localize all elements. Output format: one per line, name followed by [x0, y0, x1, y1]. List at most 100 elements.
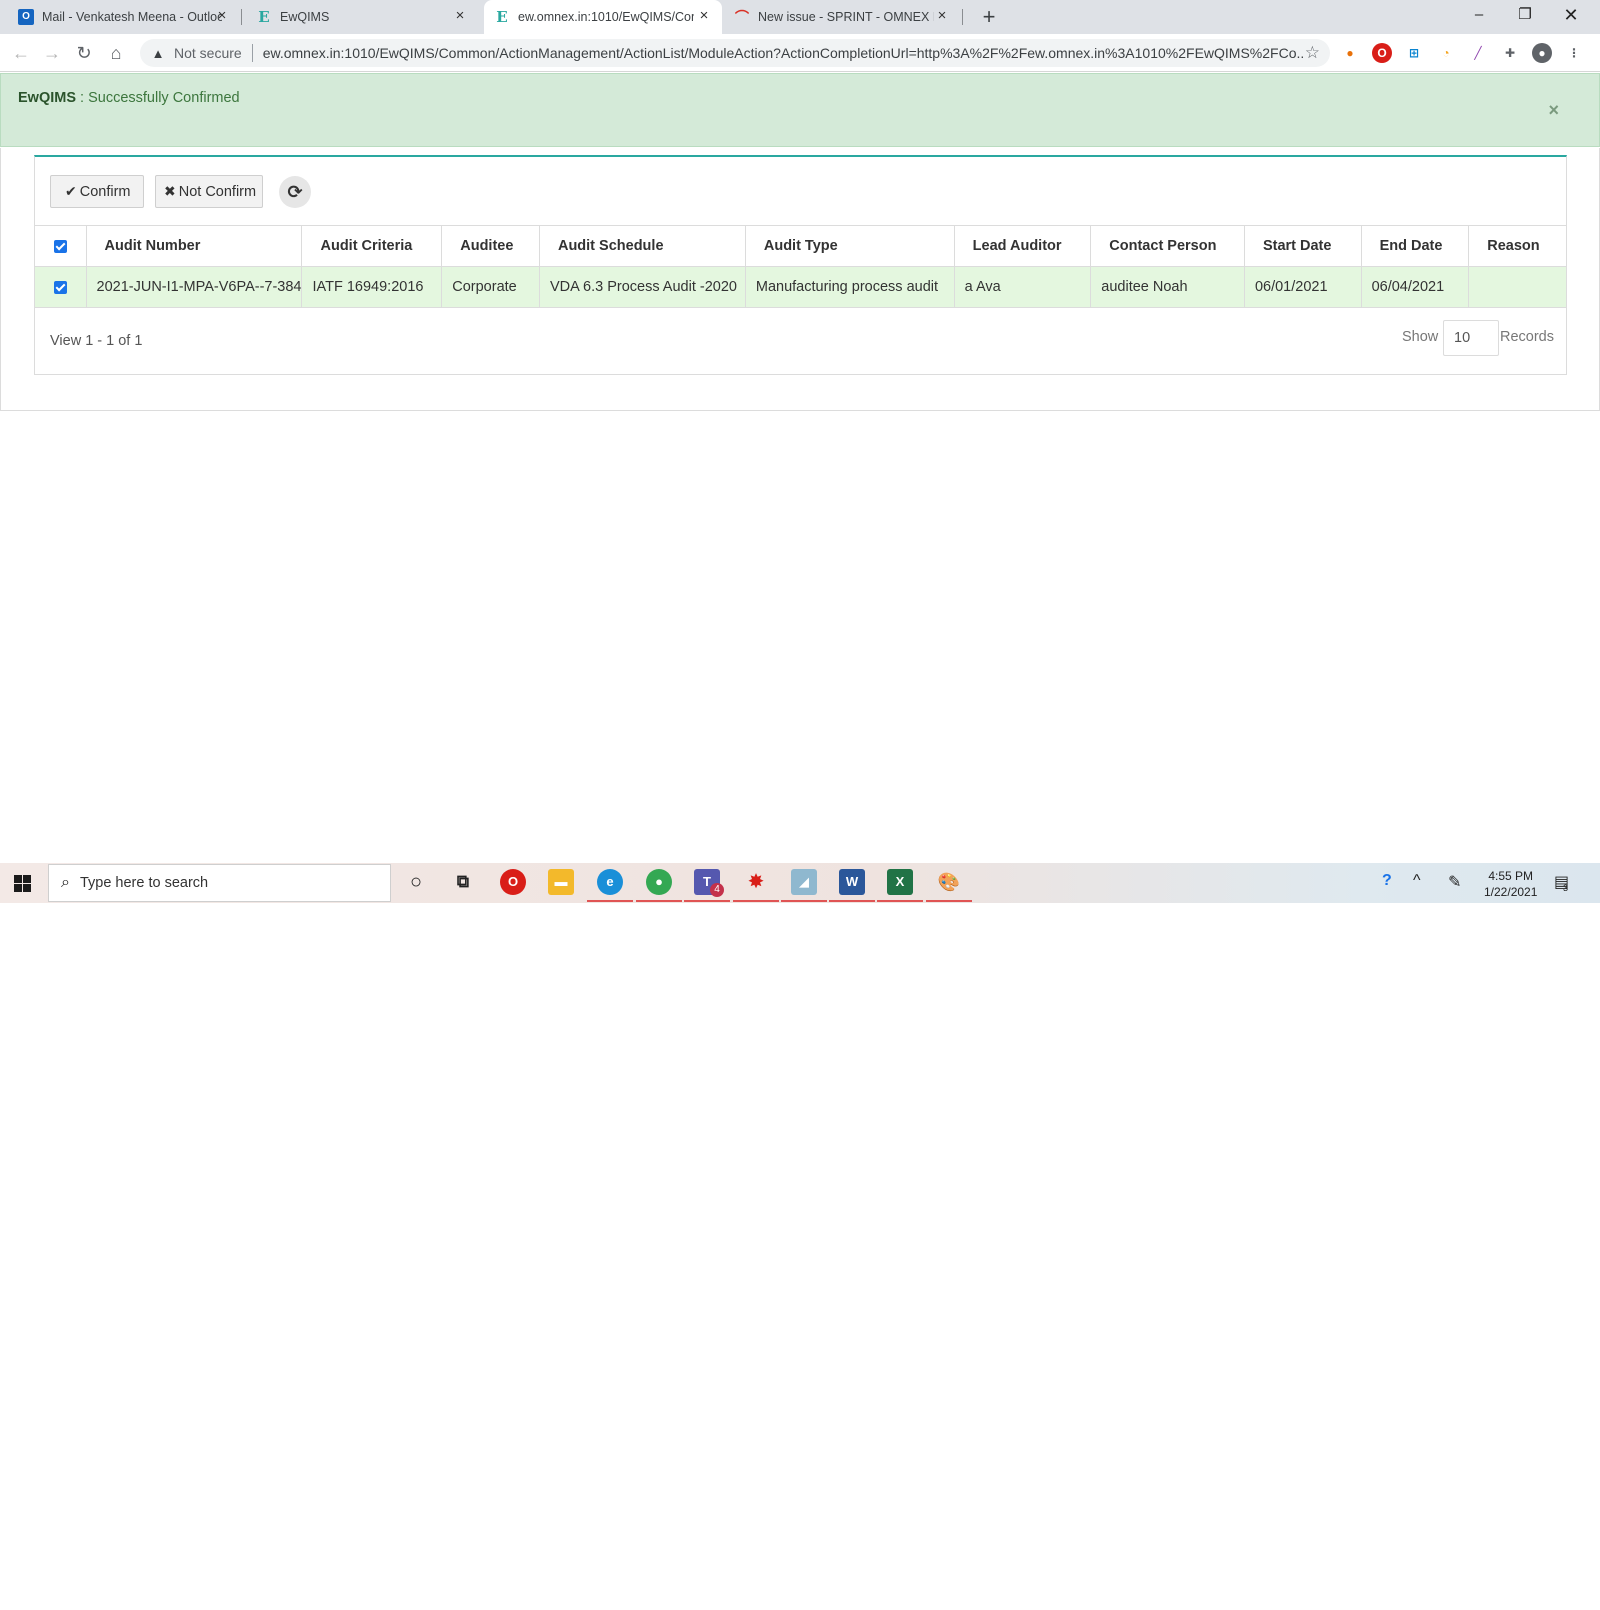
- extension-circle-icon[interactable]: ◔: [1436, 43, 1456, 63]
- new-tab-button[interactable]: +: [976, 4, 1002, 30]
- refresh-icon[interactable]: ⟳: [279, 176, 311, 208]
- excel-icon[interactable]: X: [887, 869, 913, 895]
- audit-type-cell: Manufacturing process audit: [744, 266, 955, 308]
- file-explorer-icon[interactable]: ▬: [548, 869, 574, 895]
- windows-start-icon[interactable]: [14, 875, 31, 892]
- opera-extension-icon[interactable]: O: [1372, 43, 1392, 63]
- table-header-row: Audit Number Audit Criteria Auditee Audi…: [34, 225, 1567, 267]
- column-header[interactable]: Audit Number: [85, 225, 303, 267]
- tab-outlook[interactable]: O Mail - Venkatesh Meena - Outloo ×: [8, 0, 240, 34]
- start-date-cell: 06/01/2021: [1243, 266, 1362, 308]
- tab-jira[interactable]: ⌒ New issue - SPRINT - OMNEX ISS ×: [724, 0, 960, 34]
- alert-close-icon[interactable]: ×: [1548, 100, 1559, 121]
- active-app-indicator: [636, 900, 682, 902]
- check-icon: ✔: [65, 183, 77, 199]
- url-text[interactable]: ew.omnex.in:1010/EwQIMS/Common/ActionMan…: [263, 45, 1303, 61]
- menu-kebab-icon[interactable]: ⋮: [1564, 43, 1584, 63]
- reload-icon[interactable]: ↻: [72, 41, 96, 65]
- pen-extension-icon[interactable]: ╱: [1468, 43, 1488, 63]
- column-header[interactable]: Auditee: [441, 225, 540, 267]
- confirm-button[interactable]: ✔ Confirm: [50, 175, 144, 208]
- profile-avatar-icon[interactable]: ●: [1532, 43, 1552, 63]
- row-checkbox[interactable]: [34, 266, 87, 308]
- confirm-label: Confirm: [79, 183, 131, 200]
- paint-icon[interactable]: 🎨: [936, 869, 962, 895]
- search-placeholder: Type here to search: [79, 875, 209, 891]
- column-header[interactable]: Lead Auditor: [953, 225, 1092, 267]
- window-close-icon[interactable]: ✕: [1548, 0, 1594, 30]
- x-icon: ✖: [164, 183, 176, 199]
- word-icon[interactable]: W: [839, 869, 865, 895]
- active-app-indicator: [684, 900, 730, 902]
- close-icon[interactable]: ×: [934, 8, 950, 24]
- cortana-icon[interactable]: ○: [403, 869, 429, 895]
- reason-cell: [1468, 266, 1567, 308]
- task-view-icon[interactable]: ⧉: [450, 869, 476, 895]
- browser-tab-strip: O Mail - Venkatesh Meena - Outloo × E Ew…: [0, 0, 1600, 34]
- column-header[interactable]: End Date: [1360, 225, 1470, 267]
- tab-ewqims-action[interactable]: E ew.omnex.in:1010/EwQIMS/Com ×: [484, 0, 722, 34]
- opera-icon[interactable]: O: [500, 869, 526, 895]
- extensions-puzzle-icon[interactable]: ✚: [1500, 43, 1520, 63]
- column-header[interactable]: Audit Type: [744, 225, 955, 267]
- column-header[interactable]: Reason: [1468, 225, 1567, 267]
- windows-extension-icon[interactable]: ⊞: [1404, 43, 1424, 63]
- records-label: Records: [1500, 329, 1554, 345]
- help-icon[interactable]: ?: [1382, 872, 1392, 890]
- column-header[interactable]: Contact Person: [1090, 225, 1245, 267]
- checkbox-checked-icon: [53, 280, 67, 294]
- column-header[interactable]: Audit Criteria: [301, 225, 443, 267]
- edge-icon[interactable]: e: [597, 869, 623, 895]
- close-icon[interactable]: ×: [214, 8, 230, 24]
- auditee-cell: Corporate: [441, 266, 540, 308]
- ewqims-icon: E: [496, 8, 508, 26]
- tab-title: ew.omnex.in:1010/EwQIMS/Com: [518, 10, 694, 24]
- tab-title: EwQIMS: [280, 10, 330, 24]
- warning-icon: ▲: [151, 45, 165, 61]
- audit-number-link[interactable]: 2021-JUN-I1-MPA-V6PA--7-384: [85, 266, 303, 308]
- audit-table: Audit Number Audit Criteria Auditee Audi…: [34, 225, 1567, 308]
- home-icon[interactable]: ⌂: [104, 41, 128, 65]
- chrome-icon[interactable]: ●: [646, 869, 672, 895]
- tab-separator: [241, 9, 242, 25]
- forward-icon[interactable]: →: [40, 41, 64, 65]
- active-app-indicator: [587, 900, 633, 902]
- jira-icon: ⌒: [735, 9, 749, 25]
- table-row[interactable]: 2021-JUN-I1-MPA-V6PA--7-384 IATF 16949:2…: [34, 266, 1567, 308]
- column-header[interactable]: Start Date: [1243, 225, 1362, 267]
- close-icon[interactable]: ×: [452, 8, 468, 24]
- audit-schedule-cell: VDA 6.3 Process Audit -2020: [538, 266, 746, 308]
- search-icon: ⌕: [61, 874, 70, 891]
- extension-fire-icon[interactable]: ●: [1340, 43, 1360, 63]
- page-size-input[interactable]: 10: [1443, 320, 1499, 356]
- pen-icon[interactable]: ✎: [1448, 872, 1461, 892]
- notification-count: 3: [1563, 883, 1569, 893]
- taskbar-search-box[interactable]: ⌕ Type here to search: [48, 864, 391, 902]
- system-clock[interactable]: 4:55 PM 1/22/2021: [1484, 868, 1537, 900]
- minimize-icon[interactable]: –: [1456, 0, 1502, 30]
- red-app-icon[interactable]: ✸: [743, 869, 769, 895]
- not-confirm-button[interactable]: ✖ Not Confirm: [155, 175, 264, 208]
- snipping-tool-icon[interactable]: ◢: [791, 869, 817, 895]
- restore-icon[interactable]: ❐: [1502, 0, 1548, 30]
- column-header[interactable]: Audit Schedule: [538, 225, 746, 267]
- contact-person-cell: auditee Noah: [1090, 266, 1245, 308]
- active-app-indicator: [781, 900, 827, 902]
- address-bar[interactable]: ▲ Not secure ew.omnex.in:1010/EwQIMS/Com…: [140, 39, 1330, 67]
- active-app-indicator: [926, 900, 972, 902]
- alert-app-name: EwQIMS: [18, 90, 77, 106]
- close-icon[interactable]: ×: [696, 8, 712, 24]
- not-confirm-label: Not Confirm: [178, 183, 257, 200]
- lead-auditor-cell: a Ava: [953, 266, 1092, 308]
- select-all-checkbox[interactable]: [34, 225, 87, 267]
- end-date-cell: 06/04/2021: [1360, 266, 1470, 308]
- active-app-indicator: [877, 900, 923, 902]
- clock-date: 1/22/2021: [1484, 885, 1538, 899]
- not-secure-label[interactable]: Not secure: [174, 45, 242, 61]
- active-app-indicator: [829, 900, 875, 902]
- back-icon[interactable]: ←: [9, 41, 33, 65]
- chevron-up-icon[interactable]: ^: [1413, 872, 1421, 890]
- pager-summary: View 1 - 1 of 1: [50, 333, 143, 349]
- bookmark-star-icon[interactable]: ☆: [1305, 43, 1320, 63]
- tab-ewqims[interactable]: E EwQIMS ×: [246, 0, 478, 34]
